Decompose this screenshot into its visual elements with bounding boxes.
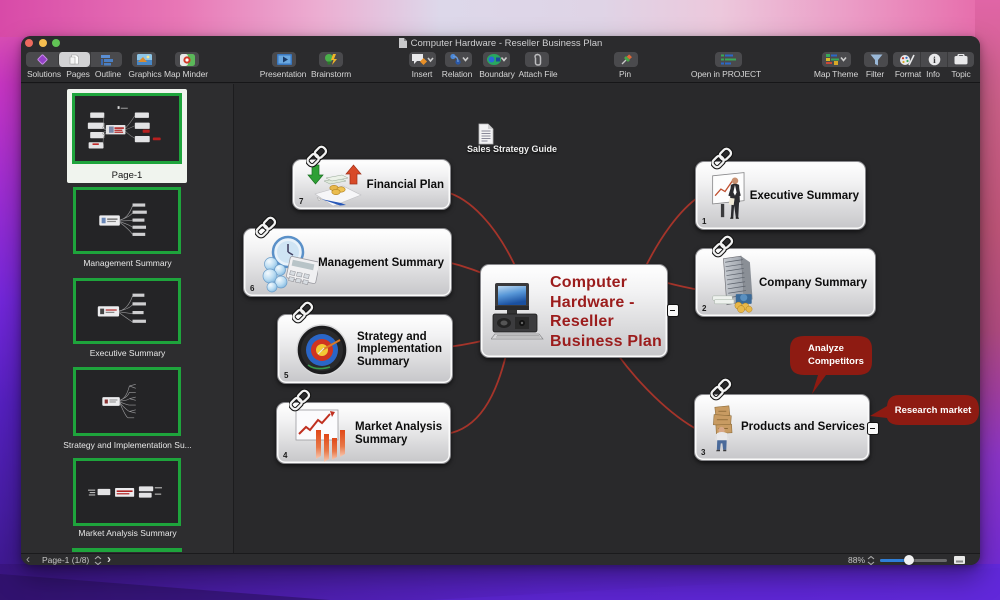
svg-text:i: i [933, 56, 936, 66]
